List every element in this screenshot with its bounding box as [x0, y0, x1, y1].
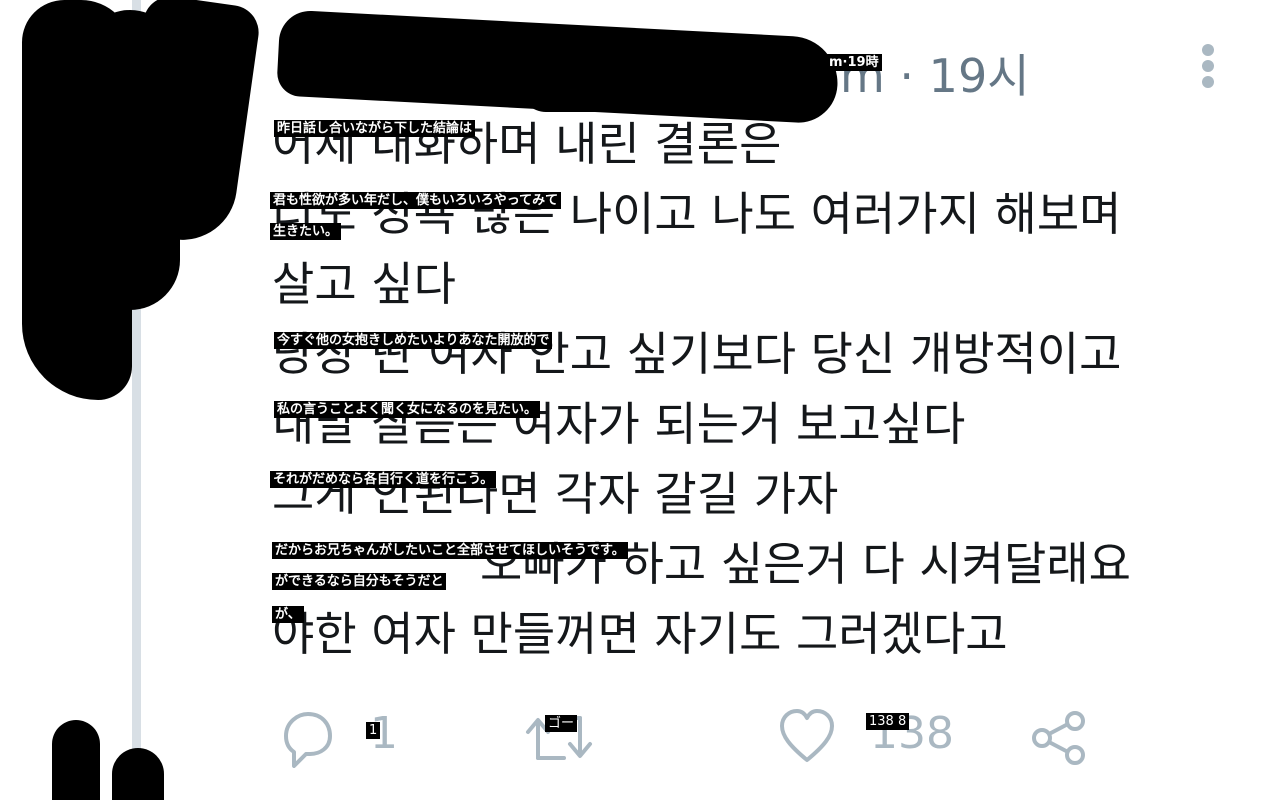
username-redaction — [520, 60, 820, 112]
like-button[interactable] — [778, 708, 836, 768]
caption-line-7: だからお兄ちゃんがしたいこと全部させてほしいそうです。 — [272, 542, 628, 559]
more-options-icon[interactable] — [1202, 44, 1216, 92]
share-button[interactable] — [1030, 710, 1088, 770]
timestamp-caption: m·19時 — [826, 54, 882, 71]
timestamp[interactable]: m · 19시 — [840, 40, 1030, 106]
caption-line-4: 今すぐ他の女抱きしめたいよりあなた開放的で — [274, 332, 553, 349]
tweet-line-3: 살고 싶다 — [272, 257, 456, 311]
redaction-mark — [52, 720, 100, 800]
caption-line-2: 君も性欲が多い年だし、僕もいろいろやってみて — [270, 192, 562, 209]
caption-line-2b: 生きたい。 — [270, 223, 342, 240]
caption-line-5: 私の言うことよく聞く女になるのを見たい。 — [274, 401, 541, 418]
like-count-caption: 138 8 — [866, 713, 910, 730]
share-icon — [1032, 711, 1085, 765]
reply-icon — [284, 712, 332, 768]
reply-count-caption: 1 — [366, 722, 381, 739]
caption-extra: が、 — [272, 606, 304, 623]
heart-icon — [780, 709, 834, 762]
caption-line-6: それがだめなら各自行く道を行こう。 — [270, 471, 497, 488]
tweet-line-8: 야한 여자 만들꺼면 자기도 그러겠다고 — [272, 607, 1008, 661]
caption-line-7b: ができるなら自分もそうだと — [272, 573, 447, 590]
retweet-caption: ゴー — [545, 715, 578, 732]
redaction-mark — [112, 748, 164, 800]
reply-button[interactable] — [276, 708, 336, 772]
caption-line-1: 昨日話し合いながら下した結論は — [274, 120, 476, 137]
